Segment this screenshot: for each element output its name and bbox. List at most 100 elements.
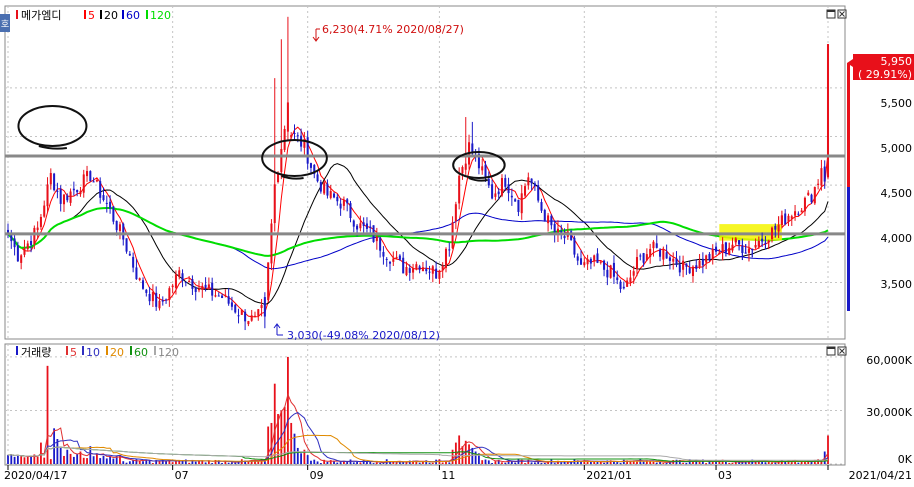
volume-bar xyxy=(705,463,708,465)
legend-label-vol-ma5: 5 xyxy=(70,346,77,359)
legend-label-price: 메가엠디 xyxy=(21,9,61,22)
candle-body xyxy=(662,249,665,260)
candle-body xyxy=(191,279,194,289)
legend-label-vol-ma10: 10 xyxy=(86,346,100,359)
candle-body xyxy=(395,256,398,259)
candle-body xyxy=(270,223,273,264)
candle-body xyxy=(369,226,372,229)
volume-bar xyxy=(418,462,421,464)
candle-body xyxy=(283,128,286,150)
candle-body xyxy=(86,171,89,177)
candle-body xyxy=(296,135,299,137)
volume-bar xyxy=(800,461,803,464)
candle-body xyxy=(777,224,780,232)
price-tick-label: 4,500 xyxy=(881,187,913,200)
time-tick-label: 2021/01 xyxy=(586,469,632,482)
volume-bar xyxy=(26,456,29,464)
candle-body xyxy=(678,264,681,273)
candle-body xyxy=(738,240,741,245)
candle-body xyxy=(767,240,770,243)
volume-bar xyxy=(211,463,214,465)
candle-body xyxy=(507,184,510,194)
price-tick-label: 4,000 xyxy=(881,232,913,245)
candle-body xyxy=(293,133,296,135)
volume-bar xyxy=(524,463,526,465)
candle-body xyxy=(415,264,418,270)
volume-bar xyxy=(461,446,464,464)
candle-body xyxy=(359,223,362,229)
candle-body xyxy=(606,269,609,278)
candle-body xyxy=(286,102,289,132)
volume-bar xyxy=(642,461,645,464)
volume-bar xyxy=(471,447,474,464)
volume-pane[interactable] xyxy=(4,343,846,466)
candle-body xyxy=(487,178,490,186)
volume-bar xyxy=(326,461,329,464)
candle-body xyxy=(672,258,675,262)
candle-body xyxy=(76,189,79,193)
volume-bar xyxy=(448,462,451,464)
candle-body xyxy=(174,274,177,288)
volume-bar xyxy=(553,463,556,465)
candle-body xyxy=(721,244,724,253)
candle-body xyxy=(46,184,49,207)
candle-body xyxy=(659,249,662,257)
volume-bar xyxy=(398,462,401,464)
price-pane-maximize-icon-bar xyxy=(827,10,835,12)
volume-bar xyxy=(487,460,490,464)
candle-body xyxy=(764,242,767,244)
time-tick-label: 03 xyxy=(718,469,732,482)
candle-body xyxy=(458,175,461,204)
volume-bar xyxy=(23,457,26,464)
candle-body xyxy=(461,167,464,174)
time-tick-label: 09 xyxy=(310,469,324,482)
candle-body xyxy=(533,183,536,187)
candle-body xyxy=(194,287,197,292)
volume-bar xyxy=(774,462,777,464)
candle-body xyxy=(527,177,530,186)
candle-body xyxy=(622,286,625,289)
volume-bar xyxy=(636,461,638,464)
candle-body xyxy=(823,166,826,182)
candle-body xyxy=(39,216,42,227)
candle-body xyxy=(105,202,108,204)
candle-body xyxy=(138,278,141,280)
volume-bar xyxy=(300,453,302,464)
volume-bar xyxy=(290,422,293,464)
candle-body xyxy=(267,262,270,301)
candle-body xyxy=(682,260,685,270)
volume-axis: 60,000K 30,000K 0K xyxy=(866,354,912,466)
legend-swatch-volume xyxy=(16,346,18,355)
candle-body xyxy=(342,200,345,206)
price-pane[interactable] xyxy=(4,5,846,340)
candle-body xyxy=(813,187,816,204)
volume-bar xyxy=(109,456,111,464)
legend-label-ma60: 60 xyxy=(126,9,140,22)
candle-body xyxy=(329,191,332,198)
candle-body xyxy=(158,300,161,309)
candle-body xyxy=(438,270,441,279)
volume-bar xyxy=(685,463,688,465)
candle-body xyxy=(148,294,151,302)
volume-pane-maximize-icon-bar xyxy=(827,347,835,349)
candle-body xyxy=(807,192,810,196)
volume-bar xyxy=(122,461,125,464)
candle-body xyxy=(155,292,158,307)
volume-bar xyxy=(534,462,536,464)
candle-body xyxy=(26,243,29,250)
candle-body xyxy=(250,315,253,321)
candle-body xyxy=(573,237,576,255)
volume-bar xyxy=(231,462,233,464)
candle-body xyxy=(128,253,131,256)
candle-body xyxy=(161,300,164,302)
volume-bar xyxy=(708,461,711,464)
volume-bar xyxy=(96,453,98,464)
candle-body xyxy=(500,178,503,196)
legend-swatch-ma60 xyxy=(122,10,124,19)
volume-bar xyxy=(7,455,9,464)
candle-body xyxy=(115,220,118,231)
volume-bar xyxy=(652,461,655,464)
candle-body xyxy=(563,236,566,239)
candle-body xyxy=(388,261,392,264)
candle-body xyxy=(514,199,517,202)
